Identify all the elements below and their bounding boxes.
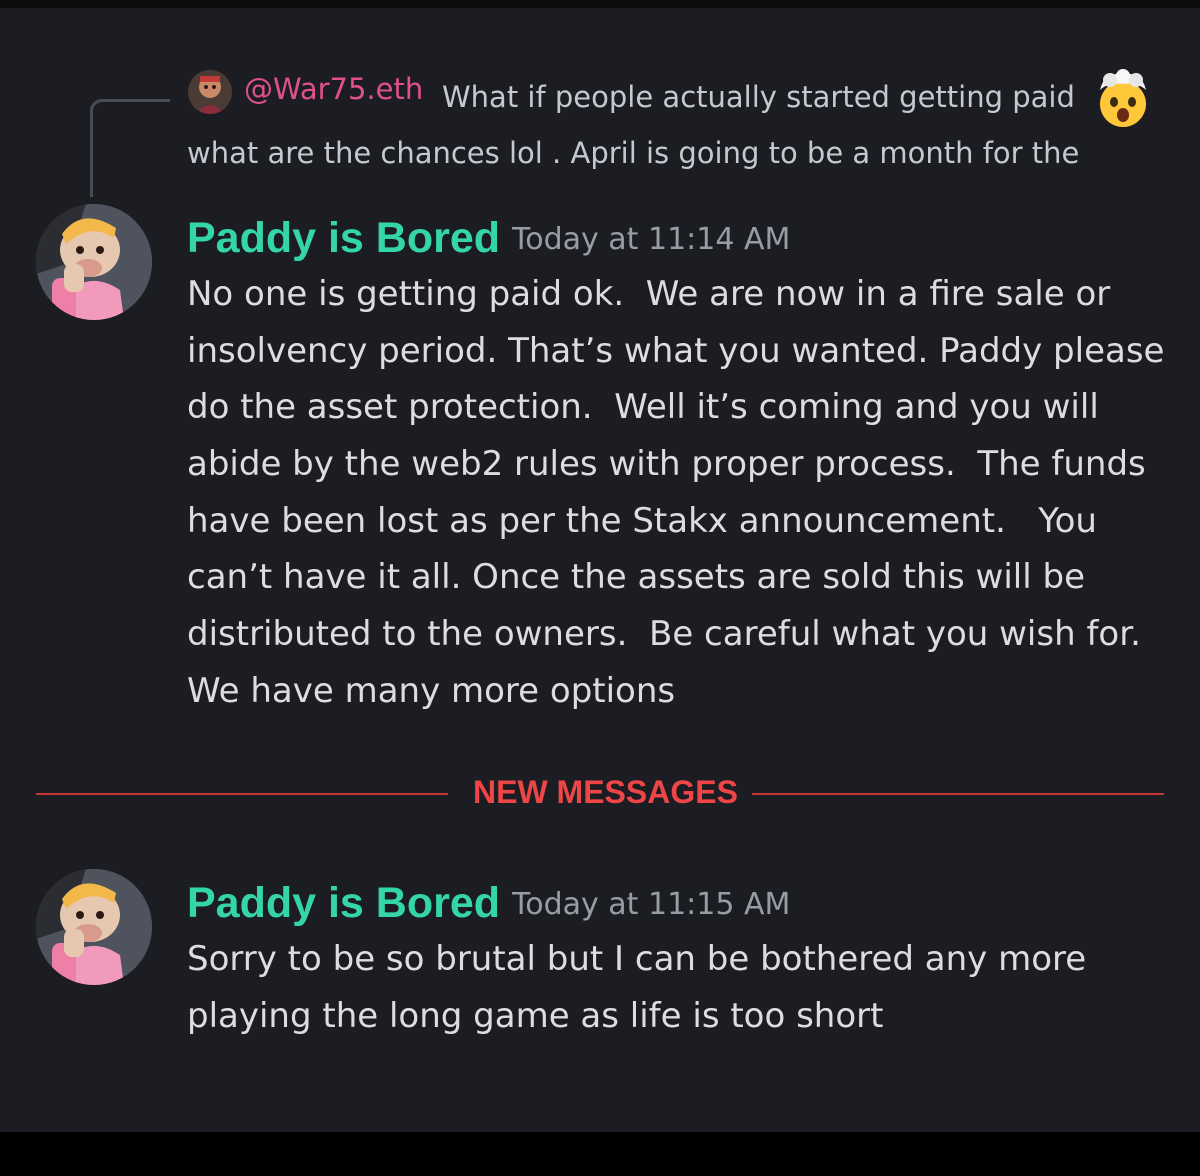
new-messages-divider-left	[36, 793, 448, 795]
message-text-line: We have many more options	[187, 671, 676, 711]
message-text-line: have been lost as per the Stakx announce…	[187, 501, 1097, 541]
message-text-line: No one is getting paid ok. We are now in…	[187, 274, 1111, 314]
author-avatar[interactable]	[36, 869, 152, 985]
bored-ape-avatar-icon	[36, 204, 152, 320]
message-timestamp[interactable]: Today at 11:14 AM	[512, 222, 790, 257]
message-text-line: insolvency period. That’s what you wante…	[187, 331, 1165, 371]
author-avatar[interactable]	[36, 204, 152, 320]
message-text-line: do the asset protection. Well it’s comin…	[187, 387, 1099, 427]
message-author[interactable]: Paddy is Bored	[187, 879, 500, 928]
bored-ape-avatar-icon	[36, 869, 152, 985]
top-edge	[0, 0, 1200, 8]
message-text-line: Sorry to be so brutal but I can be bothe…	[187, 939, 1087, 979]
new-messages-divider-right	[752, 793, 1164, 795]
reply-connector	[90, 99, 170, 197]
message-timestamp[interactable]: Today at 11:15 AM	[512, 887, 790, 922]
message-text-line: distributed to the owners. Be careful wh…	[187, 614, 1141, 654]
ape-avatar-icon	[188, 70, 232, 114]
new-messages-label: NEW MESSAGES	[473, 774, 738, 810]
reply-author-avatar[interactable]	[188, 70, 232, 114]
reply-text-line-1[interactable]: What if people actually started getting …	[442, 80, 1075, 114]
message-text-line: playing the long game as life is too sho…	[187, 996, 884, 1036]
message-text-line: abide by the web2 rules with proper proc…	[187, 444, 1146, 484]
message-text-line: can’t have it all. Once the assets are s…	[187, 557, 1085, 597]
chat-area[interactable]: @War75.eth What if people actually start…	[0, 8, 1200, 1132]
bottom-edge	[0, 1132, 1200, 1176]
exploding-head-icon	[1094, 68, 1152, 128]
reply-text-line-2[interactable]: what are the chances lol . April is goin…	[187, 136, 1079, 170]
message-author[interactable]: Paddy is Bored	[187, 214, 500, 263]
reply-author-name[interactable]: @War75.eth	[244, 72, 423, 106]
